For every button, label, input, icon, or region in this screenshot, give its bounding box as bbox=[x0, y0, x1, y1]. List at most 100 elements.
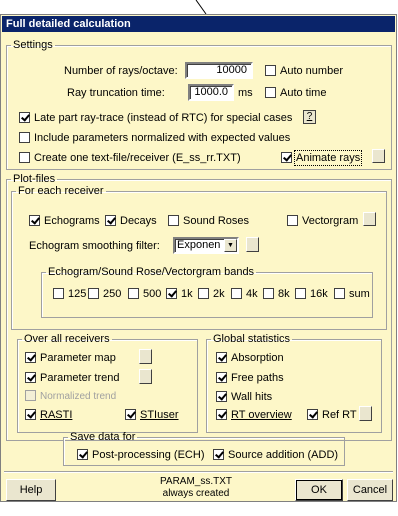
param-trend-options-button[interactable] bbox=[139, 369, 152, 384]
param-map-checkbox[interactable]: Parameter map bbox=[25, 351, 116, 365]
checkbox-box[interactable] bbox=[216, 409, 227, 420]
checkbox-box[interactable] bbox=[265, 65, 276, 76]
checkbox-box[interactable] bbox=[334, 288, 345, 299]
band-label: 1k bbox=[181, 288, 193, 300]
checkbox-box[interactable] bbox=[307, 409, 318, 420]
chevron-down-icon[interactable]: ▼ bbox=[224, 239, 237, 252]
cancel-button[interactable]: Cancel bbox=[347, 479, 393, 501]
help-question-button[interactable]: ? bbox=[303, 110, 316, 124]
band-125-checkbox[interactable]: 125 bbox=[53, 287, 86, 301]
rt-overview-label: RT overview bbox=[231, 409, 292, 421]
checkbox-box[interactable] bbox=[25, 352, 36, 363]
auto-time-checkbox[interactable]: Auto time bbox=[265, 86, 326, 100]
over-all-legend: Over all receivers bbox=[24, 333, 110, 345]
band-16k-checkbox[interactable]: 16k bbox=[295, 287, 328, 301]
checkbox-box[interactable] bbox=[281, 152, 292, 163]
ref-rt-options-button[interactable] bbox=[359, 406, 372, 421]
checkbox-box[interactable] bbox=[77, 449, 88, 460]
band-1k-checkbox[interactable]: 1k bbox=[166, 287, 193, 301]
checkbox-box[interactable] bbox=[168, 215, 179, 226]
checkbox-box[interactable] bbox=[19, 112, 30, 123]
checkbox-box[interactable] bbox=[265, 87, 276, 98]
late-part-checkbox[interactable]: Late part ray-trace (instead of RTC) for… bbox=[19, 111, 292, 125]
checkbox-box[interactable] bbox=[295, 288, 306, 299]
free-paths-checkbox[interactable]: Free paths bbox=[216, 371, 284, 385]
smoothing-options-button[interactable] bbox=[246, 237, 259, 252]
checkbox-box[interactable] bbox=[263, 288, 274, 299]
bands-legend: Echogram/Sound Rose/Vectorgram bands bbox=[48, 266, 255, 278]
vectorgram-options-button[interactable] bbox=[363, 212, 376, 226]
norm-trend-checkbox: Normalized trend bbox=[25, 390, 116, 404]
band-500-checkbox[interactable]: 500 bbox=[128, 287, 161, 301]
rays-label: Number of rays/octave: bbox=[64, 65, 178, 77]
smoothing-label: Echogram smoothing filter: bbox=[29, 240, 160, 252]
animate-rays-checkbox[interactable]: Animate rays bbox=[281, 150, 363, 166]
stiuser-label: STIuser bbox=[140, 409, 179, 421]
checkbox-box[interactable] bbox=[53, 288, 64, 299]
checkbox-box[interactable] bbox=[25, 409, 36, 420]
sound-roses-checkbox[interactable]: Sound Roses bbox=[168, 214, 249, 228]
settings-legend: Settings bbox=[13, 39, 53, 51]
create-file-label: Create one text-file/receiver (E_ss_rr.T… bbox=[34, 152, 241, 164]
vectorgram-checkbox[interactable]: Vectorgram bbox=[287, 214, 358, 228]
ref-rt-label: Ref RT bbox=[322, 409, 357, 421]
window-title: Full detailed calculation bbox=[2, 16, 395, 32]
checkbox-box[interactable] bbox=[25, 372, 36, 383]
checkbox-box[interactable] bbox=[29, 215, 40, 226]
band-2k-checkbox[interactable]: 2k bbox=[198, 287, 225, 301]
checkbox-box[interactable] bbox=[216, 391, 227, 402]
checkbox-box[interactable] bbox=[19, 132, 30, 143]
checkbox-box[interactable] bbox=[19, 152, 30, 163]
checkbox-box[interactable] bbox=[231, 288, 242, 299]
checkbox-box[interactable] bbox=[216, 352, 227, 363]
animate-options-button[interactable] bbox=[372, 149, 385, 163]
checkbox-box[interactable] bbox=[88, 288, 99, 299]
rays-input[interactable]: 10000 bbox=[185, 62, 253, 79]
checkbox-box[interactable] bbox=[287, 215, 298, 226]
plotfiles-legend: Plot-files bbox=[13, 173, 56, 185]
rt-overview-checkbox[interactable]: RT overview bbox=[216, 408, 292, 422]
help-button[interactable]: Help bbox=[6, 479, 56, 501]
footer-divider bbox=[4, 471, 393, 473]
decays-checkbox[interactable]: Decays bbox=[105, 214, 157, 228]
smoothing-value: Exponen bbox=[177, 239, 221, 251]
auto-number-checkbox[interactable]: Auto number bbox=[265, 64, 343, 78]
include-norm-checkbox[interactable]: Include parameters normalized with expec… bbox=[19, 131, 290, 145]
band-250-checkbox[interactable]: 250 bbox=[88, 287, 121, 301]
create-file-checkbox[interactable]: Create one text-file/receiver (E_ss_rr.T… bbox=[19, 151, 241, 165]
source-add-checkbox[interactable]: Source addition (ADD) bbox=[213, 448, 338, 462]
stiuser-checkbox[interactable]: STIuser bbox=[125, 408, 179, 422]
band-sum-checkbox[interactable]: sum bbox=[334, 287, 370, 301]
echograms-checkbox[interactable]: Echograms bbox=[29, 214, 100, 228]
trunc-label: Ray truncation time: bbox=[67, 87, 165, 99]
param-note-line1: PARAM_ss.TXT bbox=[159, 476, 233, 487]
source-add-label: Source addition (ADD) bbox=[228, 449, 339, 461]
checkbox-box[interactable] bbox=[125, 409, 136, 420]
late-part-label: Late part ray-trace (instead of RTC) for… bbox=[34, 112, 293, 124]
param-map-options-button[interactable] bbox=[139, 349, 152, 364]
ref-rt-checkbox[interactable]: Ref RT bbox=[307, 408, 357, 422]
wall-hits-checkbox[interactable]: Wall hits bbox=[216, 390, 272, 404]
band-label: sum bbox=[349, 288, 370, 300]
checkbox-box[interactable] bbox=[198, 288, 209, 299]
rasti-checkbox[interactable]: RASTI bbox=[25, 408, 72, 422]
checkbox-box[interactable] bbox=[105, 215, 116, 226]
postproc-label: Post-processing (ECH) bbox=[92, 449, 205, 461]
checkbox-box[interactable] bbox=[128, 288, 139, 299]
param-map-label: Parameter map bbox=[40, 352, 116, 364]
band-label: 16k bbox=[310, 288, 328, 300]
absorption-checkbox[interactable]: Absorption bbox=[216, 351, 284, 365]
vectorgram-label: Vectorgram bbox=[302, 215, 359, 227]
band-8k-checkbox[interactable]: 8k bbox=[263, 287, 290, 301]
band-4k-checkbox[interactable]: 4k bbox=[231, 287, 258, 301]
smoothing-select[interactable]: Exponen ▼ bbox=[173, 237, 239, 254]
param-trend-checkbox[interactable]: Parameter trend bbox=[25, 371, 119, 385]
checkbox-box[interactable] bbox=[216, 372, 227, 383]
save-legend: Save data for bbox=[70, 431, 136, 443]
trunc-input[interactable]: 1000.0 bbox=[188, 84, 234, 101]
checkbox-box[interactable] bbox=[213, 449, 224, 460]
checkbox-box[interactable] bbox=[166, 288, 177, 299]
postproc-checkbox[interactable]: Post-processing (ECH) bbox=[77, 448, 204, 462]
decays-label: Decays bbox=[120, 215, 157, 227]
ok-button[interactable]: OK bbox=[295, 479, 343, 501]
